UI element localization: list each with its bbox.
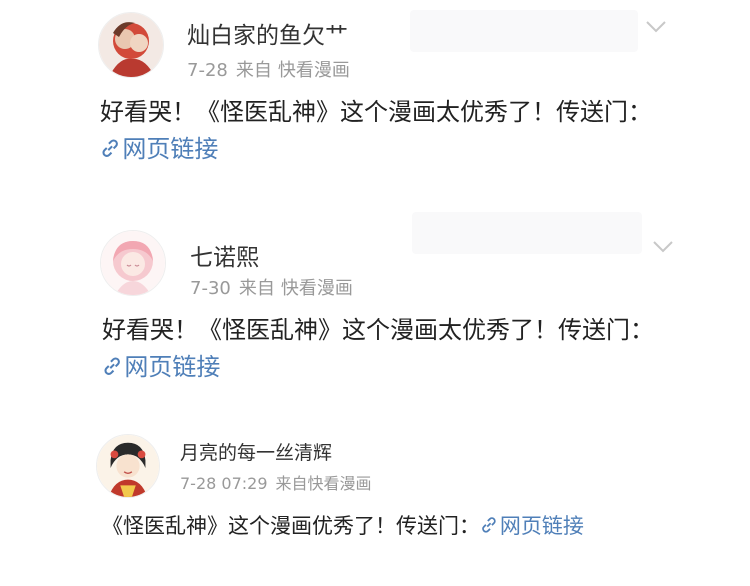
link-icon: [104, 357, 120, 375]
post-card: 七诺熙 7-30 来自 快看漫画 好看哭！《怪医乱神》这个漫画太优秀了！传送门： 网页…: [0, 210, 750, 410]
post-meta: 7-28 来自 快看漫画: [187, 56, 358, 82]
post-text: 好看哭！《怪医乱神》这个漫画太优秀了！传送门：: [102, 316, 654, 344]
web-link[interactable]: 网页链接: [102, 353, 220, 381]
post-card: 月亮的每一丝清辉 7-28 07:29 来自快看漫画 《怪医乱神》这个漫画优秀了！…: [0, 420, 750, 586]
link-label: 网页链接: [124, 353, 221, 382]
chevron-down-icon[interactable]: [645, 20, 667, 34]
post-date: 7-28: [187, 60, 228, 81]
username[interactable]: 七诺熙: [190, 238, 259, 272]
avatar[interactable]: [100, 230, 166, 296]
post-text: 好看哭！《怪医乱神》这个漫画太优秀了！传送门：: [100, 98, 652, 126]
post-text: 《怪医乱神》这个漫画优秀了！传送门：: [102, 514, 480, 538]
header-placeholder: [412, 212, 642, 254]
post-content: 好看哭！《怪医乱神》这个漫画太优秀了！传送门： 网页链接: [102, 312, 702, 386]
post-source[interactable]: 快看漫画: [278, 60, 350, 81]
post-content: 好看哭！《怪医乱神》这个漫画太优秀了！传送门： 网页链接: [100, 94, 700, 168]
avatar-image-icon: [99, 13, 163, 77]
avatar-image-icon: [101, 231, 165, 295]
post-content: 《怪医乱神》这个漫画优秀了！传送门： 网页链接: [102, 510, 722, 543]
link-icon: [482, 517, 496, 533]
source-label: 来自: [235, 60, 272, 81]
username[interactable]: 月亮的每一丝清辉: [180, 438, 332, 465]
post-date: 7-30: [190, 278, 231, 299]
web-link[interactable]: 网页链接: [480, 514, 584, 538]
link-icon: [102, 139, 118, 157]
post-source[interactable]: 来自快看漫画: [276, 474, 372, 493]
avatar-image-icon: [97, 435, 159, 497]
post-date: 7-28 07:29: [180, 474, 268, 493]
post-meta: 7-30 来自 快看漫画: [190, 274, 361, 300]
post-source[interactable]: 快看漫画: [281, 278, 353, 299]
post-meta: 7-28 07:29 来自快看漫画: [180, 470, 380, 494]
avatar[interactable]: [98, 12, 164, 78]
source-label: 来自: [238, 278, 275, 299]
link-label: 网页链接: [499, 514, 584, 538]
link-label: 网页链接: [122, 135, 219, 164]
header-placeholder: [410, 10, 638, 52]
avatar[interactable]: [96, 434, 160, 498]
chevron-down-icon[interactable]: [652, 240, 674, 254]
web-link[interactable]: 网页链接: [100, 135, 218, 163]
username[interactable]: 灿白家的鱼欠艹: [187, 16, 348, 50]
post-card: 灿白家的鱼欠艹 7-28 来自 快看漫画 好看哭！《怪医乱神》这个漫画太优秀了！传送…: [0, 0, 750, 200]
